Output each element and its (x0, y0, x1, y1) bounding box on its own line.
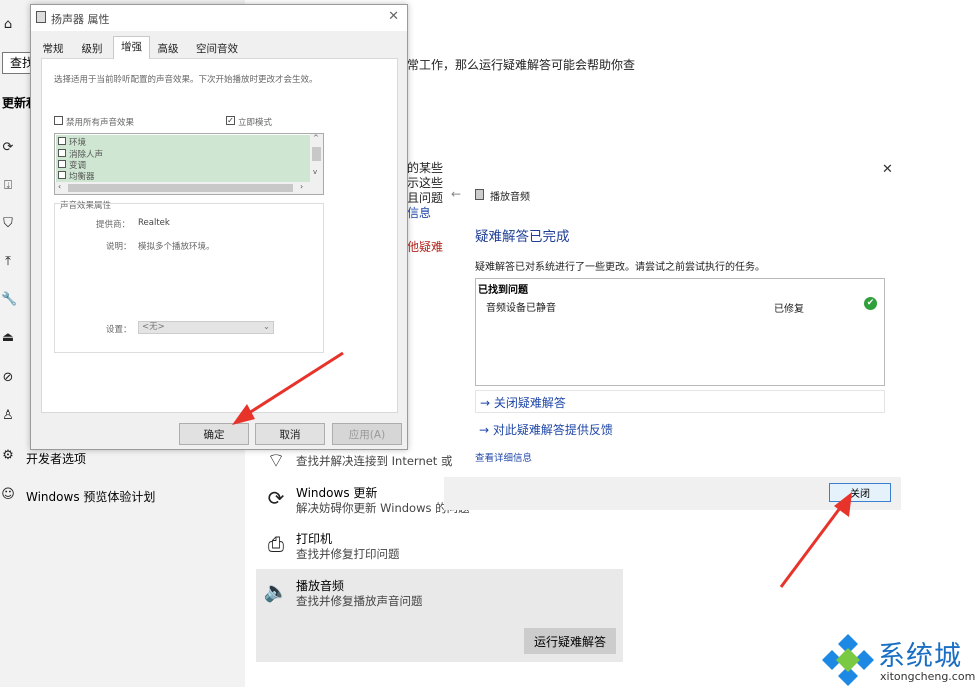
ts-item-printer[interactable]: ⎙ 打印机 查找并修复打印问题 (262, 530, 622, 564)
scroll-thumb[interactable] (312, 147, 321, 161)
refresh-icon: ⟳ (267, 486, 285, 510)
effect-label: 环境 (69, 138, 87, 148)
close-button[interactable]: 关闭 (829, 483, 891, 502)
home-icon[interactable]: ⌂ (1, 17, 15, 32)
effect-checkbox[interactable] (58, 149, 66, 157)
description-label: 说明： (106, 242, 132, 252)
troubleshooter-panel: ✕ ← 播放音频 疑难解答已完成 疑难解答已对系统进行了一些更改。请尝试之前尝试… (444, 155, 901, 510)
link-label: 对此疑难解答提供反馈 (492, 423, 613, 437)
troubleshooter-result-box: 已找到问题 音频设备已静音 已修复 ✔ (475, 278, 885, 386)
link-label: 关闭疑难解答 (493, 396, 566, 410)
insider-icon[interactable]: ☺ (1, 487, 15, 502)
ts-item-desc: 查找并修复打印问题 (296, 547, 400, 561)
list-horizontal-scrollbar[interactable]: ‹ › (55, 182, 323, 194)
effect-checkbox[interactable] (58, 171, 66, 179)
chevron-down-icon[interactable]: v (313, 168, 317, 176)
setting-value: <无> (142, 322, 165, 332)
tab-general[interactable]: 常规 (37, 38, 69, 58)
partial-link[interactable]: 他疑难 (407, 238, 443, 255)
issue-status: 已修复 (774, 304, 804, 315)
recovery-icon[interactable]: ⏏ (1, 330, 15, 345)
effect-checkbox[interactable] (58, 160, 66, 168)
ts-item-audio[interactable]: 🔈 播放音频 查找并修复播放声音问题 (262, 577, 622, 611)
activation-icon[interactable]: ⊘ (1, 370, 15, 385)
sidebar-item-developer[interactable]: 开发者选项 (26, 450, 86, 467)
view-details-link[interactable]: 查看详细信息 (475, 450, 532, 464)
wrench-icon[interactable]: 🔧 (1, 292, 17, 307)
found-problems-header: 已找到问题 (478, 285, 528, 296)
troubleshooter-heading: 疑难解答已完成 (475, 229, 570, 245)
ts-item-desc: 查找并解决连接到 Internet 或 (296, 454, 453, 468)
description-value: 模拟多个播放环境。 (138, 242, 215, 252)
ts-item-title: Windows 更新 (296, 486, 378, 500)
backup-icon[interactable]: ⍗ (1, 178, 15, 193)
dialog-title: 扬声器 属性 (51, 13, 110, 26)
wifi-icon: ⌔ (266, 448, 286, 472)
speaker-properties-dialog: 扬声器 属性 ✕ 常规 级别 选择适用于当前聆听配置的声音效果。下次开始播放时更… (30, 4, 408, 450)
arrow-right-icon: → (480, 396, 494, 410)
tab-advanced[interactable]: 高级 (152, 38, 184, 58)
cancel-button[interactable]: 取消 (255, 423, 325, 445)
issue-name: 音频设备已静音 (486, 303, 556, 314)
speaker-icon: 🔈 (263, 579, 289, 603)
tab-spatial-sound[interactable]: 空间音效 (192, 38, 242, 58)
close-icon[interactable]: ✕ (882, 162, 893, 177)
check-icon: ✔ (864, 297, 877, 310)
disable-all-label: 禁用所有声音效果 (66, 118, 135, 128)
watermark-url: xitongcheng.com (880, 670, 975, 683)
printer-icon: ⎙ (268, 532, 284, 556)
run-troubleshooter-button[interactable]: 运行疑难解答 (524, 628, 616, 654)
back-arrow-icon[interactable]: ← (451, 187, 461, 201)
troubleshooter-nav-title: 播放音频 (490, 192, 530, 203)
partial-link[interactable]: 信息 (407, 204, 431, 221)
logo-icon (822, 634, 874, 686)
chevron-left-icon[interactable]: ‹ (58, 182, 61, 191)
effects-list[interactable]: 环境 消除人声 变调 均衡器 ^ v ‹ › (54, 133, 324, 195)
audio-app-icon (475, 189, 484, 200)
feedback-link[interactable]: → 对此疑难解答提供反馈 (475, 418, 885, 441)
chevron-right-icon[interactable]: › (300, 182, 303, 191)
ts-item-title: 打印机 (296, 532, 333, 546)
close-icon[interactable]: ✕ (388, 9, 399, 24)
settings-search-input[interactable]: 查找 (2, 52, 32, 74)
dialog-titlebar[interactable]: 扬声器 属性 ✕ (31, 5, 407, 31)
instruction-text: 选择适用于当前聆听配置的声音效果。下次开始播放时更改才会生效。 (54, 75, 318, 85)
provider-label: 提供商： (96, 220, 131, 230)
developer-icon[interactable]: ⚙ (1, 448, 15, 463)
enhancements-panel: 选择适用于当前聆听配置的声音效果。下次开始播放时更改才会生效。 禁用所有声音效果… (41, 58, 398, 413)
disable-all-checkbox[interactable] (54, 116, 63, 125)
page-description: 常工作，那么运行疑难解答可能会帮助你查 (407, 58, 636, 72)
effect-label: 均衡器 (69, 172, 95, 182)
scroll-thumb[interactable] (68, 184, 293, 192)
provider-value: Realtek (138, 218, 170, 228)
apply-button[interactable]: 应用(A) (332, 423, 402, 445)
watermark: 系统城 xitongcheng.com (820, 632, 975, 687)
upload-icon[interactable]: ⤒ (1, 254, 15, 269)
effect-checkbox[interactable] (58, 137, 66, 145)
tab-levels[interactable]: 级别 (75, 38, 109, 58)
tab-enhancements[interactable]: 增强 (113, 36, 150, 59)
close-troubleshooter-link[interactable]: → 关闭疑难解答 (475, 390, 885, 413)
immediate-mode-label: 立即模式 (238, 118, 273, 128)
speaker-app-icon (36, 11, 46, 23)
effects-rows: 环境 消除人声 变调 均衡器 (56, 135, 311, 182)
ts-item-desc: 查找并修复播放声音问题 (296, 594, 423, 608)
troubleshooter-description: 疑难解答已对系统进行了一些更改。请尝试之前尝试执行的任务。 (475, 262, 765, 273)
setting-dropdown[interactable]: <无> ⌄ (138, 321, 274, 334)
find-device-icon[interactable]: ♙ (1, 408, 15, 423)
shield-icon[interactable]: ⛉ (1, 216, 15, 231)
ts-item-title: 播放音频 (296, 579, 345, 593)
arrow-right-icon: → (479, 423, 493, 437)
setting-label: 设置： (106, 325, 132, 335)
immediate-mode-checkbox[interactable]: ✓ (226, 116, 235, 125)
ok-button[interactable]: 确定 (179, 423, 249, 445)
sync-icon[interactable]: ⟳ (1, 140, 15, 155)
list-vertical-scrollbar[interactable]: ^ v (310, 134, 323, 182)
chevron-up-icon[interactable]: ^ (313, 134, 319, 142)
watermark-brand: 系统城 (878, 641, 962, 672)
sidebar-item-insider[interactable]: Windows 预览体验计划 (26, 488, 155, 505)
chevron-down-icon: ⌄ (262, 322, 270, 332)
